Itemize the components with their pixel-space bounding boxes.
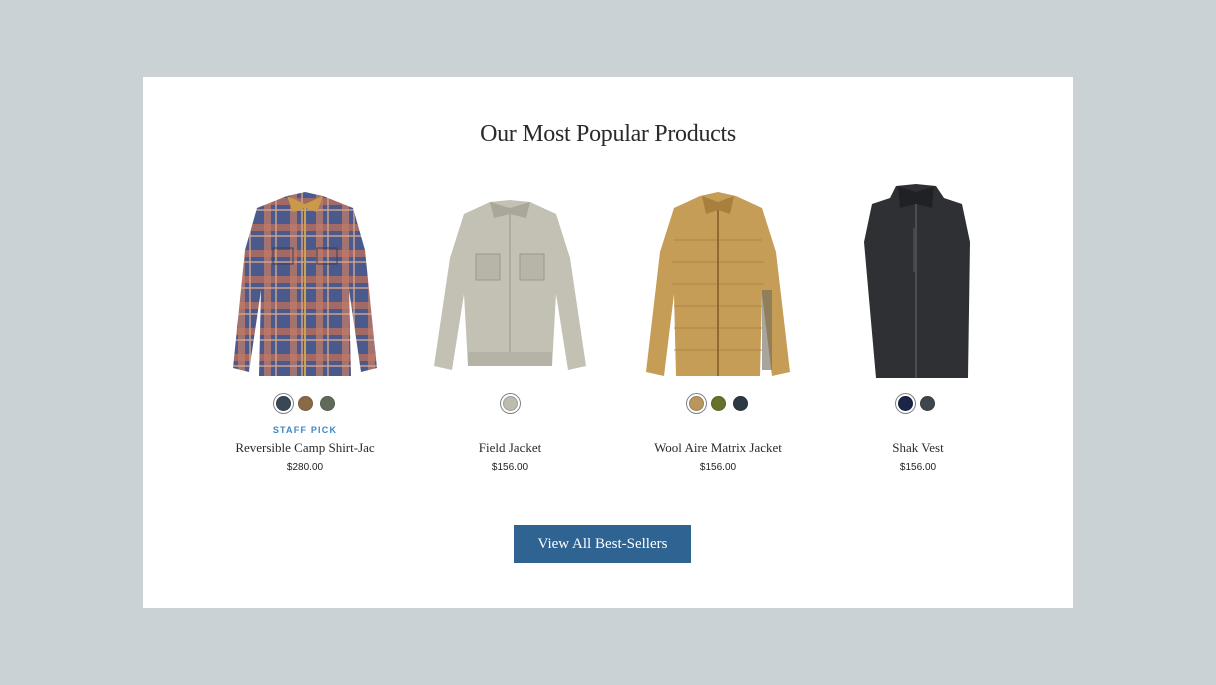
field-jacket-image[interactable] — [432, 198, 588, 374]
quilted-jacket-image[interactable] — [644, 190, 792, 382]
color-swatches — [229, 396, 381, 416]
color-swatches — [644, 396, 792, 416]
staff-pick-badge: STAFF PICK — [272, 425, 338, 435]
plaid-shirt-jacket-image[interactable] — [229, 190, 381, 382]
swatch-color[interactable] — [732, 396, 748, 411]
color-swatches — [858, 396, 974, 416]
product-name[interactable]: Field Jacket — [422, 440, 598, 456]
swatch-color[interactable] — [710, 396, 726, 411]
product-price: $156.00 — [699, 462, 737, 473]
swatch-color[interactable] — [919, 396, 935, 411]
swatch-color[interactable] — [688, 396, 704, 411]
swatch-color[interactable] — [319, 396, 335, 411]
product-price: $156.00 — [491, 462, 529, 473]
product-name[interactable]: Reversible Camp Shirt-Jac — [214, 440, 396, 456]
vest-image[interactable] — [858, 182, 974, 384]
swatch-color[interactable] — [297, 396, 313, 411]
product-name[interactable]: Shak Vest — [858, 440, 978, 456]
product-name[interactable]: Wool Aire Matrix Jacket — [628, 440, 808, 456]
view-all-best-sellers-button[interactable]: View All Best-Sellers — [514, 525, 691, 563]
swatch-color[interactable] — [275, 396, 291, 411]
color-swatches — [432, 396, 588, 416]
product-price: $156.00 — [899, 462, 937, 473]
swatch-color[interactable] — [502, 396, 518, 411]
product-price: $280.00 — [286, 462, 324, 473]
section-title: Our Most Popular Products — [480, 121, 736, 147]
swatch-color[interactable] — [897, 396, 913, 411]
